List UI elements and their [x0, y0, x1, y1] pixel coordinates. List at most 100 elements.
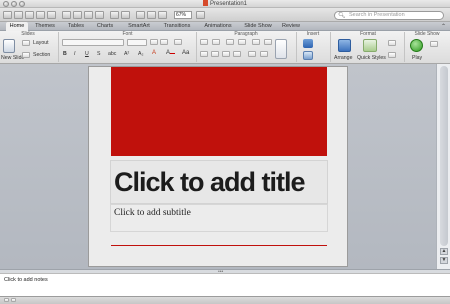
- superscript-icon[interactable]: A²: [124, 51, 129, 57]
- arrange-icon[interactable]: [338, 39, 351, 52]
- text-box-icon[interactable]: [275, 39, 287, 59]
- grow-font-icon[interactable]: [150, 39, 158, 45]
- section-icon: [22, 52, 30, 58]
- new-slide-icon[interactable]: [3, 39, 15, 53]
- text-direction-icon[interactable]: [248, 51, 256, 57]
- tab-tables[interactable]: Tables: [64, 22, 88, 31]
- notes-pane[interactable]: Click to add notes: [0, 273, 450, 296]
- bullets-icon[interactable]: [200, 39, 208, 45]
- group-label-font: Font: [122, 31, 133, 37]
- status-bar: [0, 296, 450, 304]
- picture-icon[interactable]: [147, 11, 156, 19]
- align-right-icon[interactable]: [222, 51, 230, 57]
- line-spacing-icon[interactable]: [252, 39, 260, 45]
- slide-accent-line: [111, 245, 327, 246]
- font-name-select[interactable]: [62, 39, 124, 46]
- group-label-format: Format: [360, 31, 376, 37]
- bold-icon[interactable]: B: [63, 51, 67, 57]
- play-icon[interactable]: [410, 39, 423, 52]
- tab-animations[interactable]: Animations: [200, 22, 236, 31]
- print-icon[interactable]: [47, 11, 56, 19]
- cut-icon[interactable]: [73, 11, 82, 19]
- help-icon[interactable]: [196, 11, 205, 19]
- search-input[interactable]: 🔍︎ Search in Presentation: [334, 11, 444, 20]
- font-size-select[interactable]: [127, 39, 147, 46]
- layout-icon: [22, 40, 30, 46]
- justify-icon[interactable]: [233, 51, 241, 57]
- undo-icon[interactable]: [110, 11, 119, 19]
- group-label-insert: Insert: [306, 31, 320, 37]
- tab-smartart[interactable]: SmartArt: [124, 22, 154, 31]
- zoom-select[interactable]: 67%: [174, 11, 192, 19]
- vertical-scrollbar[interactable]: ▲ ▼: [436, 64, 450, 269]
- import-icon[interactable]: [62, 11, 71, 19]
- subtitle-placeholder[interactable]: Click to add subtitle: [110, 204, 328, 232]
- tab-transitions[interactable]: Transitions: [160, 22, 194, 31]
- separator: [58, 32, 59, 62]
- font-color-icon[interactable]: A: [166, 50, 176, 56]
- tab-home[interactable]: Home: [6, 22, 28, 31]
- title-placeholder-text: Click to add title: [114, 167, 306, 197]
- decrease-indent-icon[interactable]: [226, 39, 234, 45]
- slide-accent-block: [111, 67, 327, 156]
- group-label-slides: Slides: [21, 31, 35, 37]
- separator: [196, 32, 197, 62]
- paste-icon[interactable]: [95, 11, 104, 19]
- normal-view-icon[interactable]: [4, 298, 9, 302]
- slide-sorter-icon[interactable]: [11, 298, 16, 302]
- ribbon-tabs: Home Themes Tables Charts SmartArt Trans…: [0, 22, 450, 31]
- copy-icon[interactable]: [84, 11, 93, 19]
- text-effects-icon[interactable]: A: [152, 50, 156, 56]
- tab-slide-show[interactable]: Slide Show: [242, 22, 274, 31]
- tab-review[interactable]: Review: [280, 22, 302, 31]
- tab-themes[interactable]: Themes: [32, 22, 58, 31]
- section-button[interactable]: Section: [33, 52, 50, 58]
- window-title: Presentation1: [0, 0, 450, 8]
- title-placeholder[interactable]: Click to add title: [110, 160, 328, 204]
- sidebar-icon[interactable]: [3, 11, 12, 19]
- arrange-button[interactable]: Arrange: [334, 55, 352, 61]
- shape-line-icon[interactable]: [388, 52, 396, 58]
- play-button[interactable]: Play: [412, 55, 422, 61]
- standard-toolbar: 67% 🔍︎ Search in Presentation: [0, 8, 450, 22]
- scrollbar-track[interactable]: [440, 66, 448, 246]
- quick-styles-button[interactable]: Quick Styles: [357, 55, 386, 61]
- italic-icon[interactable]: I: [74, 51, 75, 57]
- align-text-icon[interactable]: [260, 51, 268, 57]
- new-icon[interactable]: [14, 11, 23, 19]
- previous-slide-icon[interactable]: ▲: [440, 248, 448, 255]
- redo-icon[interactable]: [121, 11, 130, 19]
- slide[interactable]: Click to add title Click to add subtitle: [88, 66, 348, 267]
- numbering-icon[interactable]: [212, 39, 220, 45]
- next-slide-icon[interactable]: ▼: [440, 257, 448, 264]
- layout-button[interactable]: Layout: [33, 40, 49, 46]
- insert-picture-icon[interactable]: [303, 39, 313, 48]
- separator: [404, 32, 405, 62]
- align-center-icon[interactable]: [211, 51, 219, 57]
- tab-charts[interactable]: Charts: [94, 22, 116, 31]
- align-left-icon[interactable]: [200, 51, 208, 57]
- document-icon: [202, 0, 208, 6]
- shape-fill-icon[interactable]: [388, 40, 396, 46]
- slide-show-options-icon[interactable]: [430, 41, 438, 47]
- subtitle-placeholder-text: Click to add subtitle: [114, 208, 191, 218]
- separator: [296, 32, 297, 62]
- quick-styles-icon[interactable]: [363, 39, 377, 52]
- strikethrough-icon[interactable]: abc: [108, 51, 116, 57]
- shape-icon[interactable]: [158, 11, 167, 19]
- clear-formatting-icon[interactable]: [174, 39, 182, 45]
- table-icon[interactable]: [136, 11, 145, 19]
- notes-placeholder: Click to add notes: [4, 277, 48, 283]
- shadow-icon[interactable]: S: [97, 51, 100, 57]
- save-icon[interactable]: [36, 11, 45, 19]
- insert-shape-icon[interactable]: [303, 51, 313, 60]
- collapse-ribbon-icon[interactable]: ⌃: [441, 23, 446, 30]
- increase-indent-icon[interactable]: [238, 39, 246, 45]
- subscript-icon[interactable]: A₂: [138, 51, 143, 57]
- columns-icon[interactable]: [264, 39, 272, 45]
- change-case-icon[interactable]: Aa: [182, 50, 189, 56]
- shrink-font-icon[interactable]: [160, 39, 168, 45]
- underline-icon[interactable]: U: [85, 51, 89, 57]
- new-slide-button[interactable]: New Slide: [1, 55, 24, 61]
- open-icon[interactable]: [25, 11, 34, 19]
